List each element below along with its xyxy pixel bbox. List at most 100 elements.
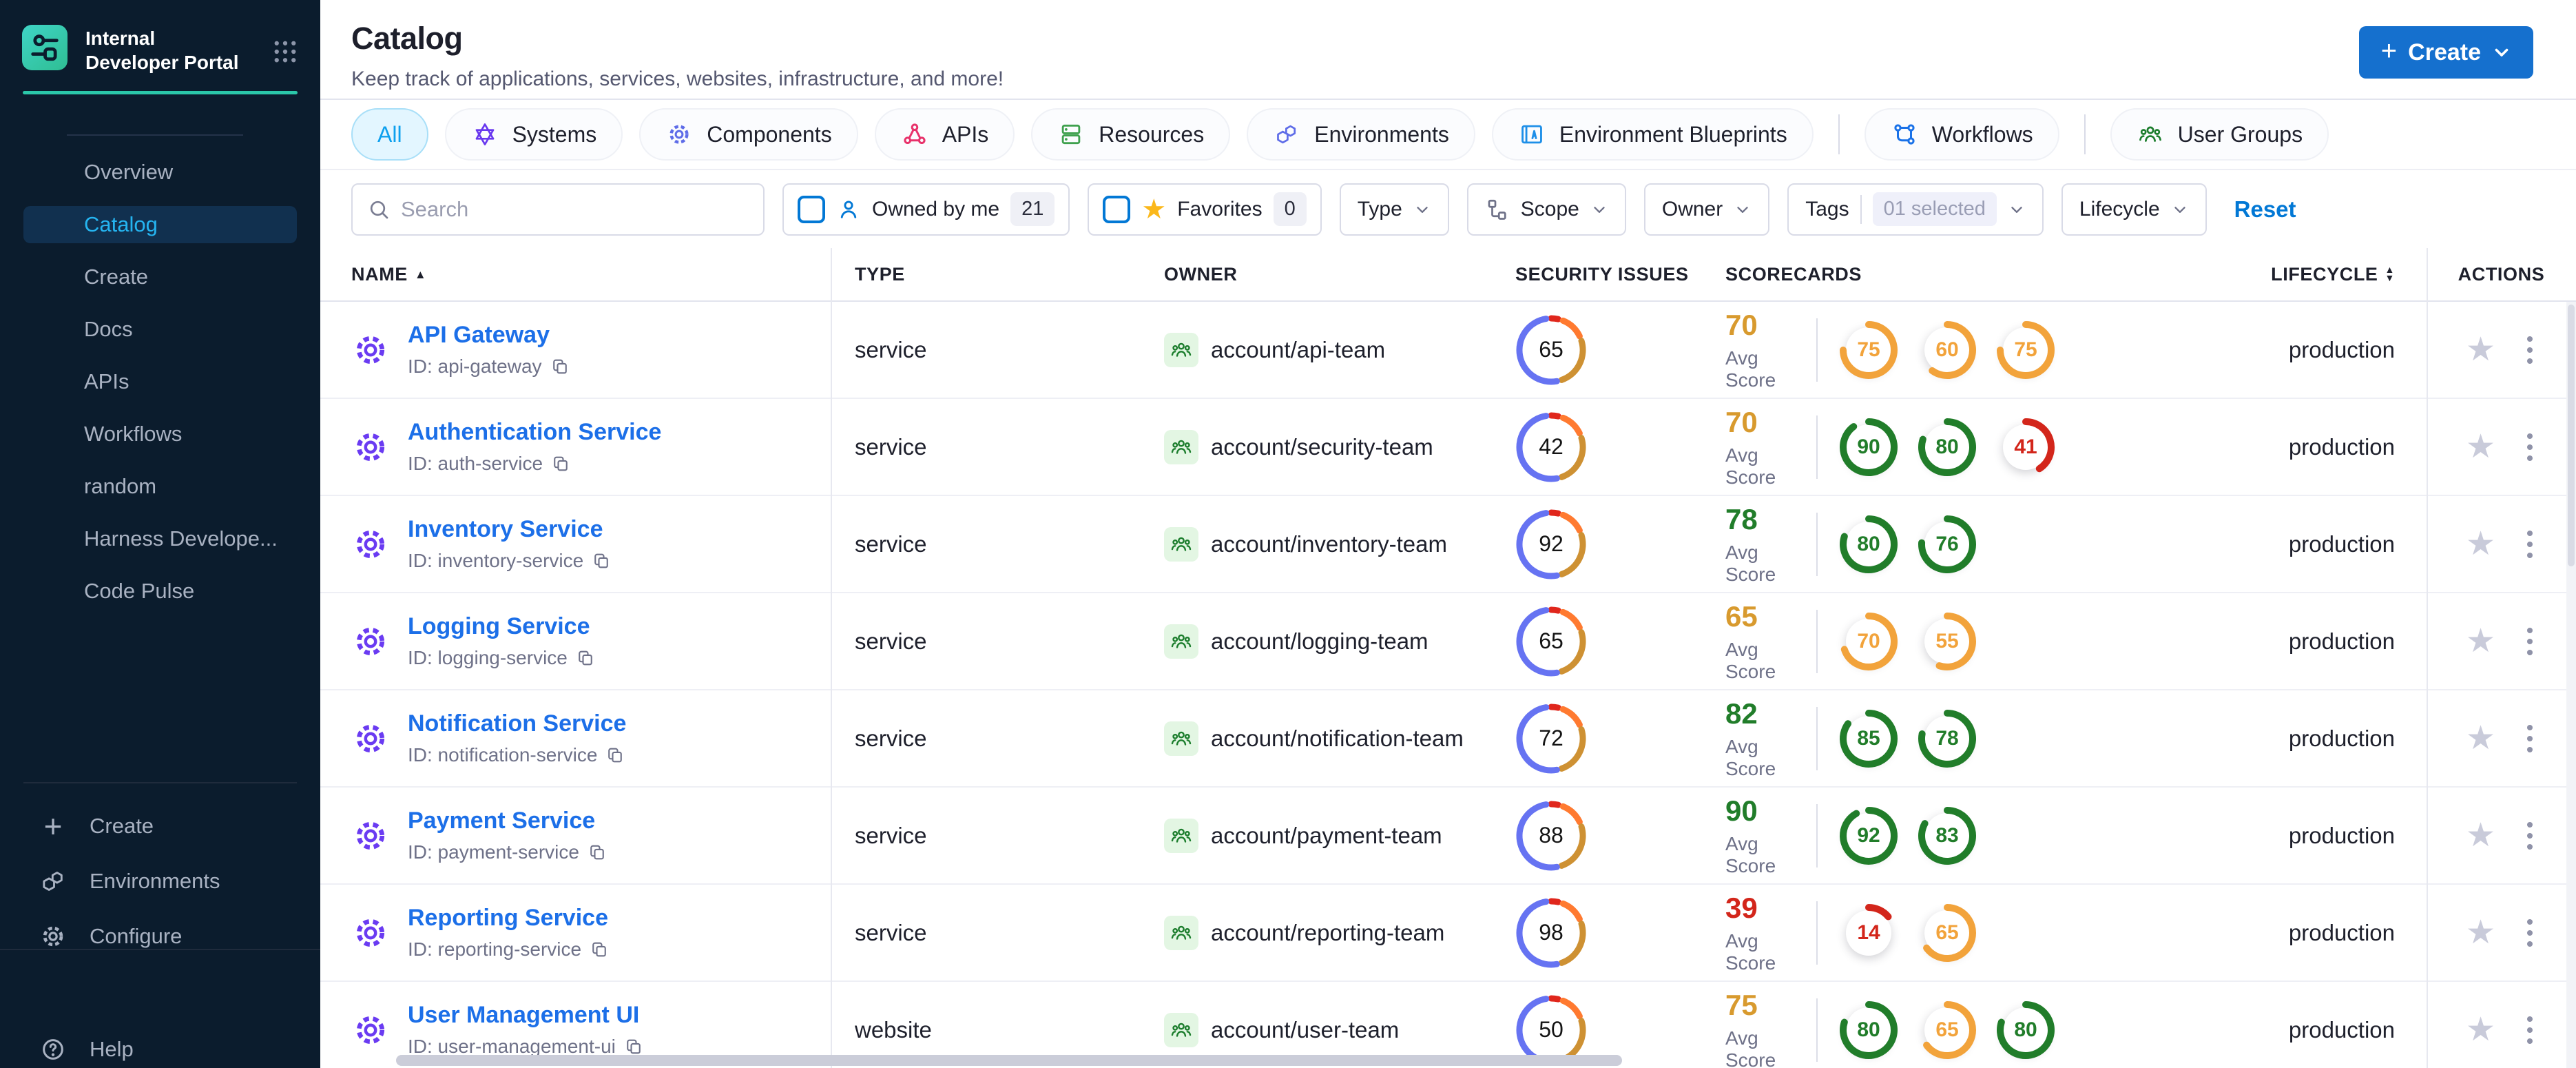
filter-dropdown-owner[interactable]: Owner — [1643, 183, 1770, 236]
favorites-checkbox[interactable] — [1103, 195, 1131, 223]
sidebar-item-overview[interactable]: Overview — [23, 154, 297, 191]
scorecard-ring[interactable]: 76 — [1917, 514, 1977, 575]
owned-by-me-checkbox[interactable] — [798, 195, 825, 223]
kebab-menu-icon[interactable] — [2523, 915, 2537, 951]
sidebar-item-catalog[interactable]: Catalog — [23, 206, 297, 243]
filter-dropdown-scope[interactable]: Scope — [1466, 183, 1626, 236]
copy-icon[interactable] — [588, 843, 607, 862]
owner-name[interactable]: account/notification-team — [1211, 726, 1464, 752]
owner-name[interactable]: account/security-team — [1211, 434, 1433, 460]
sidebar-item-harness-develope[interactable]: Harness Develope... — [23, 520, 297, 557]
scorecard-ring[interactable]: 83 — [1917, 805, 1977, 866]
scorecard-ring[interactable]: 92 — [1838, 805, 1899, 866]
tab-components[interactable]: Components — [639, 108, 858, 161]
sidebar-item-create[interactable]: Create — [23, 258, 297, 296]
owner-name[interactable]: account/payment-team — [1211, 823, 1442, 849]
grid-menu-icon[interactable] — [271, 25, 300, 70]
sidebar-item-apis[interactable]: APIs — [23, 363, 297, 400]
owner-name[interactable]: account/user-team — [1211, 1017, 1399, 1043]
owned-by-me-filter[interactable]: Owned by me 21 — [782, 183, 1070, 236]
search-icon — [370, 201, 388, 218]
horizontal-scrollbar[interactable] — [396, 1055, 1622, 1066]
favorite-star-icon[interactable]: ★ — [2466, 721, 2495, 755]
scorecard-ring[interactable]: 90 — [1838, 417, 1899, 477]
tab-workflows[interactable]: Workflows — [1864, 108, 2059, 161]
sidebar-item-random[interactable]: random — [23, 468, 297, 505]
copy-icon[interactable] — [592, 551, 611, 571]
favorite-star-icon[interactable]: ★ — [2466, 333, 2495, 367]
tab-systems[interactable]: Systems — [444, 108, 623, 161]
copy-icon[interactable] — [551, 454, 570, 473]
owner-name[interactable]: account/api-team — [1211, 337, 1385, 363]
entity-name-link[interactable]: Authentication Service — [408, 419, 661, 446]
favorite-star-icon[interactable]: ★ — [2466, 916, 2495, 949]
filter-dropdown-lifecycle[interactable]: Lifecycle — [2061, 183, 2207, 236]
scorecard-ring[interactable]: 65 — [1917, 903, 1977, 963]
sidebar-item-help[interactable]: Help — [39, 1030, 320, 1068]
column-header-lifecycle[interactable]: LIFECYCLE ▲ ▼ — [2271, 264, 2427, 285]
search-box[interactable] — [351, 183, 765, 236]
favorite-star-icon[interactable]: ★ — [2466, 527, 2495, 561]
favorite-star-icon[interactable]: ★ — [2466, 1013, 2495, 1047]
sidebar-action-create[interactable]: + Create — [39, 807, 320, 845]
scorecard-ring[interactable]: 80 — [1838, 514, 1899, 575]
sidebar-item-docs[interactable]: Docs — [23, 311, 297, 348]
tab-all[interactable]: All — [351, 108, 428, 161]
filter-dropdown-tags[interactable]: Tags 01 selected — [1787, 183, 2044, 236]
scorecard-ring[interactable]: 41 — [1995, 417, 2056, 477]
tab-apis[interactable]: APIs — [874, 108, 1015, 161]
scorecard-ring[interactable]: 80 — [1838, 1000, 1899, 1060]
scorecard-ring[interactable]: 70 — [1838, 611, 1899, 672]
scorecard-ring[interactable]: 75 — [1838, 320, 1899, 380]
scorecard-ring[interactable]: 80 — [1917, 417, 1977, 477]
entity-name-link[interactable]: Payment Service — [408, 808, 607, 834]
tab-environment-blueprints[interactable]: Environment Blueprints — [1491, 108, 1814, 161]
copy-icon[interactable] — [590, 940, 609, 959]
copy-icon[interactable] — [550, 357, 570, 376]
kebab-menu-icon[interactable] — [2523, 624, 2537, 659]
favorites-filter[interactable]: ★ Favorites 0 — [1088, 183, 1322, 236]
filter-dropdown-type[interactable]: Type — [1339, 183, 1449, 236]
sidebar-item-workflows[interactable]: Workflows — [23, 415, 297, 453]
kebab-menu-icon[interactable] — [2523, 526, 2537, 562]
favorite-star-icon[interactable]: ★ — [2466, 430, 2495, 464]
scorecard-ring[interactable]: 14 — [1838, 903, 1899, 963]
kebab-menu-icon[interactable] — [2523, 818, 2537, 854]
entity-name-link[interactable]: User Management UI — [408, 1002, 643, 1029]
lifecycle-value: production — [2288, 1016, 2395, 1043]
kebab-menu-icon[interactable] — [2523, 429, 2537, 465]
favorite-star-icon[interactable]: ★ — [2466, 624, 2495, 658]
owner-name[interactable]: account/reporting-team — [1211, 920, 1444, 946]
entity-name-link[interactable]: API Gateway — [408, 322, 570, 349]
scorecard-ring[interactable]: 78 — [1917, 708, 1977, 769]
owner-name[interactable]: account/logging-team — [1211, 628, 1429, 655]
sidebar-item-code-pulse[interactable]: Code Pulse — [23, 573, 297, 610]
entity-name-link[interactable]: Inventory Service — [408, 516, 611, 543]
scorecard-ring[interactable]: 75 — [1995, 320, 2056, 380]
create-button[interactable]: + Create — [2358, 26, 2533, 79]
scorecard-ring[interactable]: 85 — [1838, 708, 1899, 769]
scorecard-ring[interactable]: 60 — [1917, 320, 1977, 380]
sidebar-action-environments[interactable]: Environments — [39, 862, 320, 901]
kebab-menu-icon[interactable] — [2523, 721, 2537, 757]
search-input[interactable] — [401, 196, 749, 222]
favorite-star-icon[interactable]: ★ — [2466, 819, 2495, 852]
vertical-scrollbar[interactable] — [2566, 302, 2576, 1068]
scorecard-ring[interactable]: 65 — [1917, 1000, 1977, 1060]
copy-icon[interactable] — [605, 746, 625, 765]
owner-name[interactable]: account/inventory-team — [1211, 531, 1447, 557]
kebab-menu-icon[interactable] — [2523, 332, 2537, 368]
tab-resources[interactable]: Resources — [1031, 108, 1231, 161]
tab-environments[interactable]: Environments — [1247, 108, 1475, 161]
tab-user-groups[interactable]: User Groups — [2110, 108, 2329, 161]
entity-name-link[interactable]: Reporting Service — [408, 905, 609, 932]
scorecard-ring[interactable]: 55 — [1917, 611, 1977, 672]
entity-name-link[interactable]: Notification Service — [408, 710, 626, 737]
entity-name-link[interactable]: Logging Service — [408, 613, 595, 640]
reset-filters-link[interactable]: Reset — [2234, 196, 2296, 223]
column-header-name[interactable]: NAME ▲ — [320, 264, 831, 285]
copy-icon[interactable] — [624, 1037, 643, 1056]
copy-icon[interactable] — [576, 648, 595, 668]
scorecard-ring[interactable]: 80 — [1995, 1000, 2056, 1060]
kebab-menu-icon[interactable] — [2523, 1012, 2537, 1048]
